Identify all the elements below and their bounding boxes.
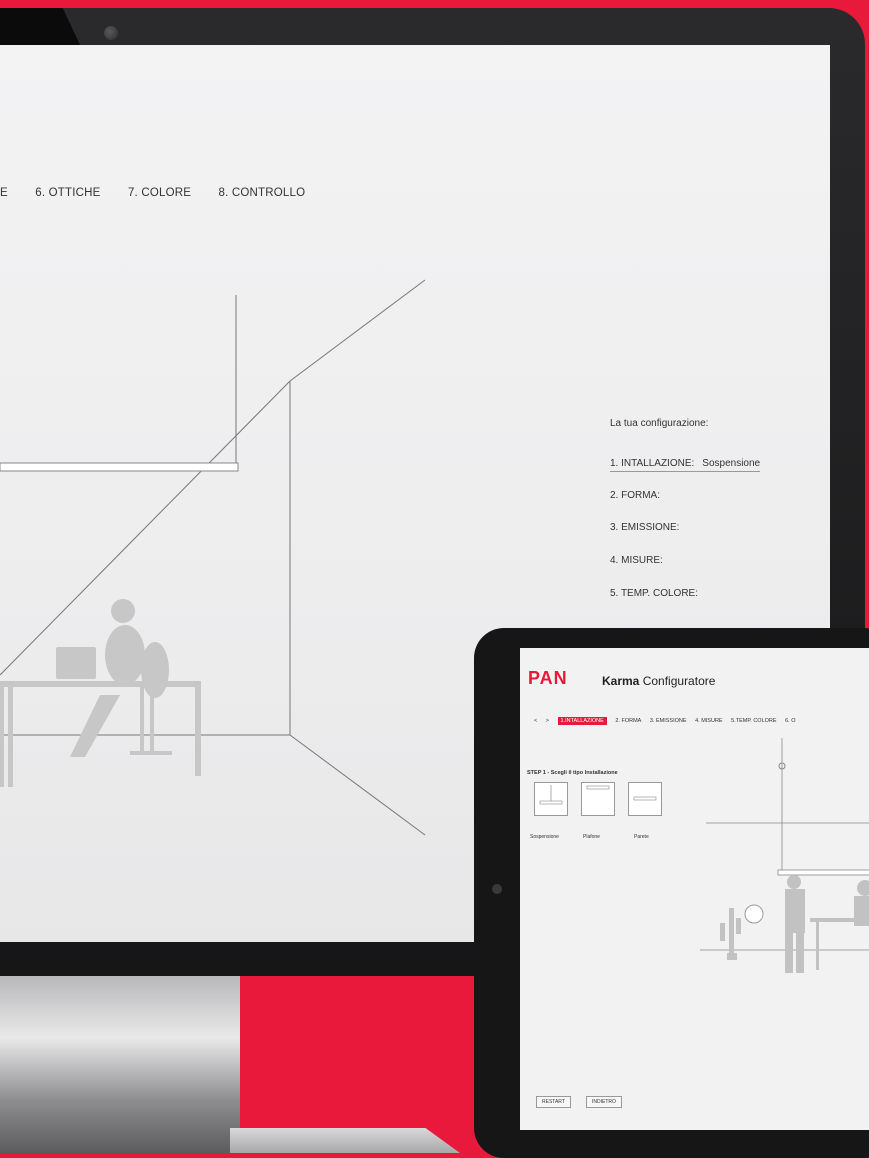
wall-icon [633,796,657,801]
lamp-bar [0,462,239,472]
option-sospensione[interactable] [534,782,568,816]
ceiling-icon [586,785,610,790]
app-subtitle: Configuratore [642,674,716,688]
config-row-misure: 4. MISURE: [610,555,663,566]
tablet-screen: PAN Karma Configuratore < > 1.INTALLAZIO… [520,648,869,1130]
desktop-step-nav: E 6. OTTICHE 7. COLORE 8. CONTROLLO [0,187,329,199]
config-label: 5. TEMP. COLORE: [610,588,698,599]
config-label: 4. MISURE: [610,555,663,566]
config-row-installazione: 1. INTALLAZIONE: Sospensione [610,458,761,472]
config-value: Sospensione [702,458,761,469]
config-row-forma: 2. FORMA: [610,490,660,501]
config-label: 3. EMISSIONE: [610,522,680,533]
app-title: Karma Configuratore [602,674,715,688]
option-plafone[interactable] [581,782,615,816]
pan-logo: PAN [528,668,568,688]
prev-arrow-icon[interactable]: < [534,718,537,724]
tab-forma[interactable]: 2. FORMA [615,718,641,724]
tablet-step-nav: < > 1.INTALLAZIONE 2. FORMA 3. EMISSIONE… [534,717,803,725]
next-arrow-icon[interactable]: > [546,718,549,724]
tablet-camera-icon [492,884,502,894]
option-label-plafone: Plafone [583,834,600,840]
config-label: 1. INTALLAZIONE: [610,458,695,469]
restart-button[interactable]: RESTART [536,1096,571,1108]
option-label-parete: Parete [634,834,649,840]
monitor-stand-base [230,1128,460,1153]
app-name: Karma [602,674,640,688]
config-row-emissione: 3. EMISSIONE: [610,522,679,533]
tab-ottiche[interactable]: 6. O [785,718,795,724]
camera-icon [104,26,118,40]
desktop-step-8[interactable]: 8. CONTROLLO [219,187,306,199]
option-parete[interactable] [628,782,662,816]
desktop-step-6[interactable]: 6. OTTICHE [35,187,100,199]
back-button[interactable]: INDIETRO [586,1096,622,1108]
config-label: 2. FORMA: [610,490,661,501]
tab-installazione[interactable]: 1.INTALLAZIONE [557,717,607,725]
suspension-icon [539,785,563,805]
desktop-step-7[interactable]: 7. COLORE [128,187,191,199]
monitor-stand [0,976,240,1153]
tab-emissione[interactable]: 3. EMISSIONE [650,718,687,724]
step-title: STEP 1 - Scegli il tipo Installazione [527,770,618,776]
option-label-sospensione: Sospensione [530,834,559,840]
config-row-temp-colore: 5. TEMP. COLORE: [610,588,698,599]
tab-misure[interactable]: 4. MISURE [695,718,723,724]
desktop-step-5[interactable]: E [0,187,8,199]
config-title: La tua configurazione: [610,418,709,429]
tab-temp-colore[interactable]: 5.TEMP. COLORE [731,718,776,724]
